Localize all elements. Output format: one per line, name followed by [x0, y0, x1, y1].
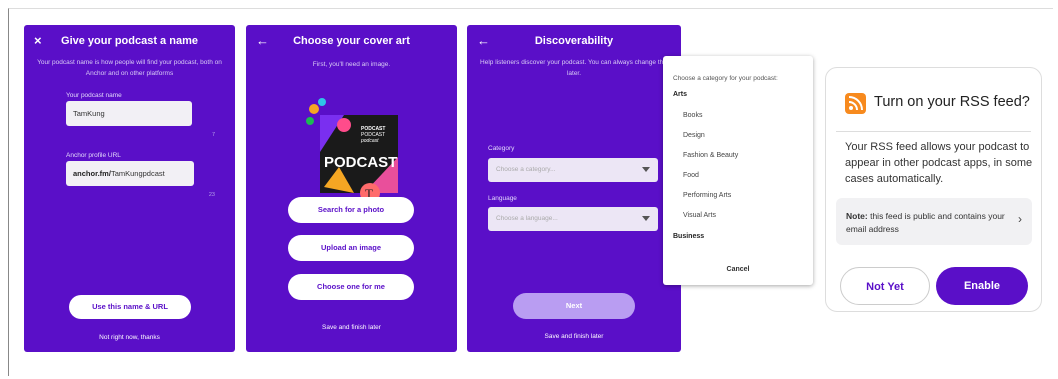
art-title: PODCAST: [324, 154, 397, 171]
category-group-arts[interactable]: Arts: [673, 91, 687, 98]
podcast-name-label: Your podcast name: [66, 92, 122, 99]
name-char-count: 7: [211, 132, 215, 138]
upload-image-button[interactable]: Upload an image: [288, 235, 414, 261]
url-value: TamKungpdcast: [110, 169, 165, 178]
chevron-down-icon: [642, 167, 650, 172]
note-text: this feed is public and contains your em…: [846, 211, 1005, 234]
language-placeholder: Choose a language...: [496, 215, 558, 222]
podcast-name-panel: × Give your podcast a name Your podcast …: [24, 25, 235, 352]
enable-button[interactable]: Enable: [936, 267, 1028, 305]
page-subtitle: Help listeners discover your podcast. Yo…: [480, 59, 668, 77]
not-yet-button[interactable]: Not Yet: [840, 267, 930, 305]
cover-art-preview: PODCAST PODCAST podcast PODCAST T: [306, 98, 398, 203]
page-title: Discoverability: [534, 35, 614, 47]
category-item[interactable]: Visual Arts: [683, 212, 716, 219]
rss-icon: [845, 93, 866, 114]
dropdown-title: Choose a category for your podcast:: [673, 75, 778, 82]
category-label: Category: [488, 145, 515, 152]
category-select[interactable]: Choose a category...: [488, 158, 658, 182]
category-group-business[interactable]: Business: [673, 233, 704, 240]
url-label: Anchor profile URL: [66, 152, 121, 159]
not-now-link[interactable]: Not right now, thanks: [24, 334, 235, 341]
page-subtitle: Your podcast name is how people will fin…: [37, 59, 222, 77]
page-subtitle: First, you'll need an image.: [312, 61, 391, 68]
url-char-count: 23: [208, 192, 215, 198]
save-finish-later-link[interactable]: Save and finish later: [246, 324, 457, 331]
category-item[interactable]: Design: [683, 132, 705, 139]
language-select[interactable]: Choose a language...: [488, 207, 658, 231]
search-photo-button[interactable]: Search for a photo: [288, 197, 414, 223]
dialog-body: Your RSS feed allows your podcast to app…: [845, 141, 1033, 185]
url-prefix: anchor.fm/: [73, 169, 111, 178]
podcast-name-input[interactable]: TamKung: [66, 101, 192, 126]
chevron-right-icon: ›: [1018, 212, 1022, 226]
save-finish-later-link[interactable]: Save and finish later: [467, 333, 681, 340]
art-small-line-3: podcast: [360, 138, 379, 144]
category-item[interactable]: Fashion & Beauty: [683, 152, 738, 159]
dialog-title: Turn on your RSS feed?: [874, 94, 1030, 110]
note-bold: Note:: [846, 211, 868, 221]
cover-art-panel: ← Choose your cover art First, you'll ne…: [246, 25, 457, 352]
page-title: Give your podcast a name: [61, 35, 198, 47]
note-row[interactable]: Note: this feed is public and contains y…: [836, 198, 1032, 245]
category-dropdown: Choose a category for your podcast: Arts…: [663, 56, 813, 285]
chevron-down-icon: [642, 216, 650, 221]
url-input[interactable]: anchor.fm/TamKungpdcast: [66, 161, 194, 186]
divider: [836, 131, 1031, 132]
category-item[interactable]: Food: [683, 172, 699, 179]
use-name-button[interactable]: Use this name & URL: [69, 295, 191, 319]
next-button[interactable]: Next: [513, 293, 635, 319]
rss-feed-dialog: Turn on your RSS feed? Your RSS feed all…: [825, 67, 1042, 312]
choose-for-me-button[interactable]: Choose one for me: [288, 274, 414, 300]
discoverability-panel: ← Discoverability Help listeners discove…: [467, 25, 681, 352]
page-title: Choose your cover art: [293, 35, 410, 47]
category-item[interactable]: Books: [683, 112, 702, 119]
category-item[interactable]: Performing Arts: [683, 192, 731, 199]
cancel-button[interactable]: Cancel: [663, 266, 813, 273]
language-label: Language: [488, 195, 517, 202]
category-placeholder: Choose a category...: [496, 166, 556, 173]
